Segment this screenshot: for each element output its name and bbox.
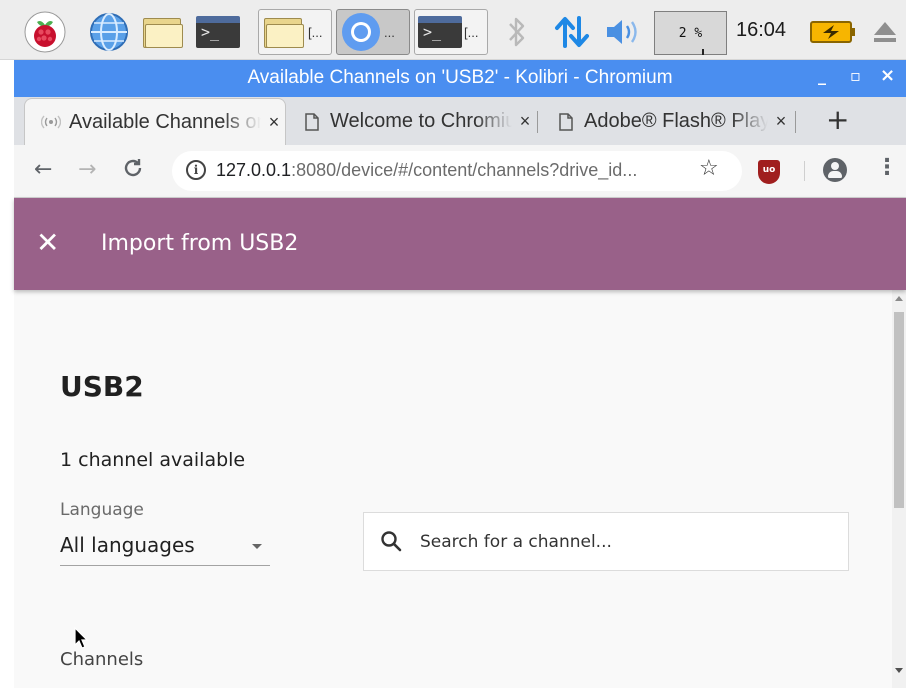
page-icon [556,112,576,131]
clock[interactable]: 16:04 [736,19,786,42]
address-bar[interactable]: i 127.0.0.1:8080/device/#/content/channe… [172,151,742,191]
back-arrow-icon[interactable]: ← [34,157,52,183]
cpu-usage-value: 2 % [678,26,703,41]
url-path: :8080/device/#/content/channels?drive_id… [291,160,638,180]
tab-divider [795,111,796,133]
language-select-value: All languages [60,533,195,557]
cpu-usage-bar [702,49,704,55]
scrollbar-thumb[interactable] [894,312,904,508]
taskbar-window-label: [... [308,24,323,40]
tab-close-icon[interactable]: × [770,111,792,132]
maximize-button[interactable]: ▫ [850,66,861,85]
page-scrollbar[interactable] [892,290,906,688]
browser-toolbar: ← → i 127.0.0.1:8080/device/#/content/ch… [14,145,906,198]
language-select[interactable]: All languages [60,528,270,566]
terminal-icon [418,16,462,48]
reload-icon[interactable] [122,157,144,186]
drive-name-heading: USB2 [60,370,144,403]
site-info-icon[interactable]: i [186,160,206,180]
terminal-icon [196,16,240,48]
search-input[interactable] [420,529,820,555]
bookmark-star-icon[interactable]: ☆ [699,156,719,181]
app-header: ✕ Import from USB2 [14,198,906,290]
page-icon [302,112,322,131]
tab-divider [537,111,538,133]
url-text[interactable]: 127.0.0.1:8080/device/#/content/channels… [216,160,637,181]
ublock-origin-icon[interactable]: uo [758,160,780,184]
taskbar-window-chromium[interactable]: ... [336,9,410,55]
chromium-icon [342,13,380,51]
main-content: USB2 1 channel available Language All la… [14,290,892,688]
raspberry-menu-icon[interactable] [22,10,68,54]
folder-icon [262,15,306,49]
tab-label: Available Channels on 'USB2' [69,110,261,133]
profile-avatar-icon[interactable] [823,158,847,182]
tab-label: Adobe® Flash® Player [584,110,768,132]
forward-arrow-icon[interactable]: → [78,157,96,183]
mouse-cursor-icon [74,627,89,649]
channel-search-box[interactable] [363,512,849,571]
bluetooth-icon[interactable] [502,10,532,54]
toolbar-divider [804,161,805,181]
taskbar-window-file-manager[interactable]: [... [258,9,332,55]
close-window-button[interactable]: × [880,65,895,86]
tab-welcome[interactable]: Welcome to Chromium × [290,98,536,145]
browser-menu-icon[interactable]: ⋮ [876,155,898,181]
tab-strip: Available Channels on 'USB2' × Welcome t… [14,97,906,145]
radio-wave-icon [41,115,61,129]
web-browser-globe-icon[interactable] [86,10,132,54]
volume-icon[interactable] [602,10,642,54]
chevron-down-icon [252,544,262,549]
battery-charging-icon[interactable] [806,10,860,54]
taskbar-window-label: ... [384,24,395,40]
tab-available-channels[interactable]: Available Channels on 'USB2' × [24,98,286,145]
window-title: Available Channels on 'USB2' - Kolibri -… [247,67,673,88]
taskbar: [... ... [... 2 % 16:04 [0,0,906,60]
tab-adobe-flash[interactable]: Adobe® Flash® Player × [546,98,792,145]
channel-count: 1 channel available [60,449,246,471]
language-label: Language [60,500,144,520]
url-host: 127.0.0.1 [216,160,292,180]
channels-heading: Channels [60,649,144,670]
scroll-up-arrow-icon[interactable] [895,296,903,301]
search-icon [381,531,402,552]
network-updown-icon[interactable] [552,10,592,54]
tab-close-icon[interactable]: × [263,112,285,133]
tab-label: Welcome to Chromium [330,110,512,132]
folder-icon [141,15,185,49]
terminal-launcher-icon[interactable] [194,10,242,54]
new-tab-button[interactable]: + [826,105,849,135]
close-icon[interactable]: ✕ [36,228,59,258]
window-titlebar[interactable]: Available Channels on 'USB2' - Kolibri -… [14,60,906,97]
eject-icon[interactable] [868,10,902,54]
file-manager-icon[interactable] [140,10,186,54]
tab-close-icon[interactable]: × [514,111,536,132]
desktop-edge [0,60,14,688]
taskbar-window-label: [... [464,24,479,40]
page-title: Import from USB2 [101,231,299,256]
minimize-button[interactable]: _ [818,66,826,85]
cpu-monitor[interactable]: 2 % [654,11,727,55]
scroll-down-arrow-icon[interactable] [895,668,903,673]
taskbar-window-terminal[interactable]: [... [414,9,488,55]
